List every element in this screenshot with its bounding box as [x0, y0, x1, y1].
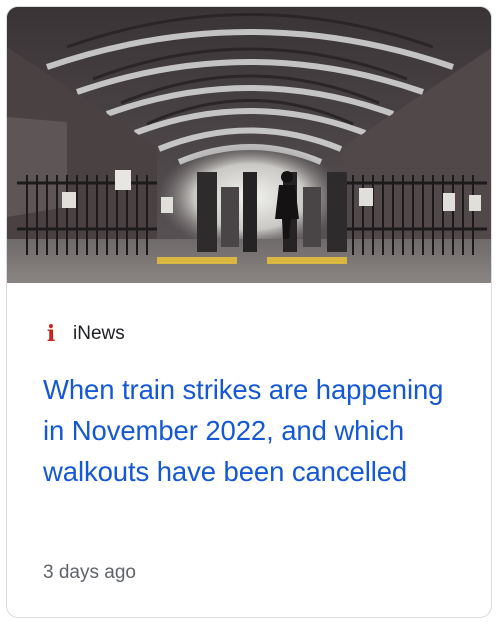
news-card[interactable]: i iNews When train strikes are happening… — [6, 6, 492, 618]
article-headline-link[interactable]: When train strikes are happening in Nove… — [43, 369, 463, 492]
source-name: iNews — [73, 323, 125, 344]
published-time: 3 days ago — [43, 562, 136, 583]
article-thumbnail[interactable] — [7, 7, 491, 283]
inews-logo-icon: i — [46, 321, 56, 347]
train-station-photo-icon — [7, 7, 491, 283]
source-row: i iNews — [43, 323, 125, 345]
